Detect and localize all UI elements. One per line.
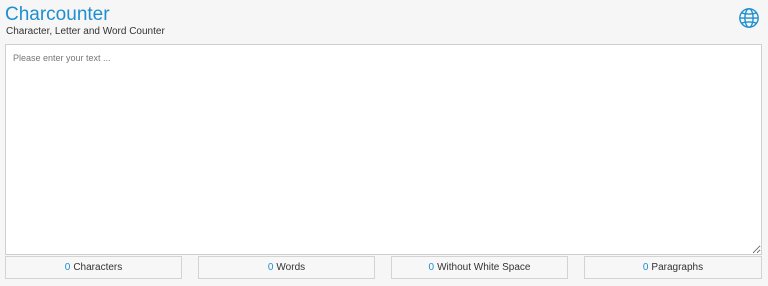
characters-stat: 0 Characters — [5, 256, 182, 279]
text-input[interactable] — [5, 44, 762, 255]
paragraphs-stat: 0 Paragraphs — [584, 256, 762, 279]
words-stat: 0 Words — [198, 256, 375, 279]
characters-count: 0 — [64, 262, 71, 273]
app-title: Charcounter — [5, 4, 110, 25]
words-count: 0 — [267, 262, 274, 273]
app-subtitle: Character, Letter and Word Counter — [6, 26, 165, 37]
without-white-space-count: 0 — [428, 262, 435, 273]
words-label: Words — [276, 262, 306, 273]
paragraphs-label: Paragraphs — [651, 262, 704, 273]
without-white-space-stat: 0 Without White Space — [391, 256, 568, 279]
paragraphs-count: 0 — [642, 262, 649, 273]
characters-label: Characters — [73, 262, 123, 273]
stats-bar: 0 Characters 0 Words 0 Without White Spa… — [5, 256, 762, 279]
globe-icon[interactable] — [738, 7, 760, 29]
without-white-space-label: Without White Space — [437, 262, 531, 273]
